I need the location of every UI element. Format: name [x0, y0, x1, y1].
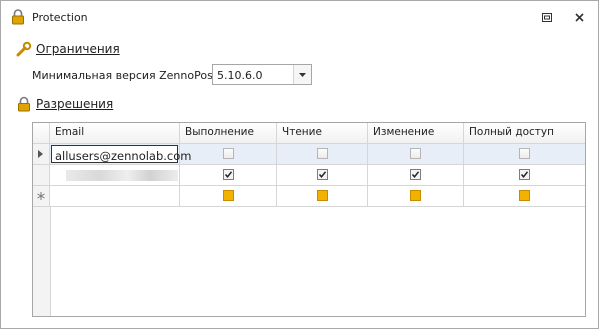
read-cell[interactable] — [277, 144, 368, 164]
column-header-modify[interactable]: Изменение — [368, 123, 464, 143]
execute-cell[interactable] — [180, 144, 277, 164]
column-header-execute[interactable]: Выполнение — [180, 123, 277, 143]
min-version-label: Минимальная версия ZennoPoster: — [32, 69, 232, 82]
column-header-email[interactable]: Email — [50, 123, 180, 143]
row-header-strip — [33, 207, 51, 316]
read-cell[interactable] — [277, 165, 368, 185]
modify-checkbox-checked[interactable] — [410, 169, 421, 180]
grid-header: Email Выполнение Чтение Изменение Полный… — [33, 123, 585, 144]
table-row[interactable] — [33, 165, 585, 186]
execute-checkbox-indeterminate[interactable] — [223, 190, 234, 201]
full-access-checkbox[interactable] — [519, 148, 530, 159]
current-row-arrow-icon — [38, 150, 43, 158]
full-access-cell[interactable] — [464, 165, 585, 185]
column-header-read[interactable]: Чтение — [277, 123, 368, 143]
read-checkbox-indeterminate[interactable] — [317, 190, 328, 201]
restrictions-heading: Ограничения — [36, 42, 120, 56]
dropdown-button[interactable] — [293, 65, 311, 84]
table-row[interactable]: allusers@zennolab.com — [33, 144, 585, 165]
wrench-icon — [16, 41, 32, 57]
row-indicator — [33, 186, 50, 206]
window-title: Protection — [32, 11, 88, 24]
min-version-value: 5.10.6.0 — [217, 69, 263, 82]
row-header-corner — [33, 123, 50, 143]
execute-cell[interactable] — [180, 165, 277, 185]
row-indicator — [33, 144, 50, 164]
title-bar: Protection — [1, 1, 598, 33]
lock-icon — [12, 9, 24, 25]
email-cell[interactable] — [50, 186, 180, 206]
full-access-cell[interactable] — [464, 186, 585, 206]
lock-icon — [18, 96, 30, 112]
restore-icon — [542, 12, 552, 22]
modify-checkbox[interactable] — [410, 148, 421, 159]
permissions-heading: Разрешения — [36, 97, 114, 111]
asterisk-icon — [37, 192, 45, 200]
chevron-down-icon — [299, 72, 306, 77]
read-checkbox-checked[interactable] — [317, 169, 328, 180]
full-access-checkbox-checked[interactable] — [519, 169, 530, 180]
email-cell[interactable]: allusers@zennolab.com — [50, 144, 192, 164]
full-access-cell[interactable] — [464, 144, 585, 164]
read-cell[interactable] — [277, 186, 368, 206]
permissions-grid: Email Выполнение Чтение Изменение Полный… — [32, 122, 586, 317]
execute-cell[interactable] — [180, 186, 277, 206]
execute-checkbox[interactable] — [223, 148, 234, 159]
full-access-checkbox-indeterminate[interactable] — [519, 190, 530, 201]
modify-cell[interactable] — [368, 165, 464, 185]
new-row[interactable] — [33, 186, 585, 207]
restore-button[interactable] — [539, 10, 555, 24]
min-version-dropdown[interactable]: 5.10.6.0 — [212, 64, 312, 85]
close-button[interactable] — [571, 10, 587, 24]
column-header-full-access[interactable]: Полный доступ — [464, 123, 585, 143]
modify-cell[interactable] — [368, 144, 464, 164]
execute-checkbox-checked[interactable] — [223, 169, 234, 180]
row-indicator — [33, 165, 50, 185]
protection-window: Protection Ограничения Минимальная верси… — [0, 0, 599, 329]
email-cell[interactable] — [50, 165, 180, 185]
modify-checkbox-indeterminate[interactable] — [410, 190, 421, 201]
read-checkbox[interactable] — [317, 148, 328, 159]
email-input[interactable]: allusers@zennolab.com — [51, 145, 192, 163]
blurred-email — [66, 170, 178, 181]
close-icon — [574, 12, 584, 22]
modify-cell[interactable] — [368, 186, 464, 206]
